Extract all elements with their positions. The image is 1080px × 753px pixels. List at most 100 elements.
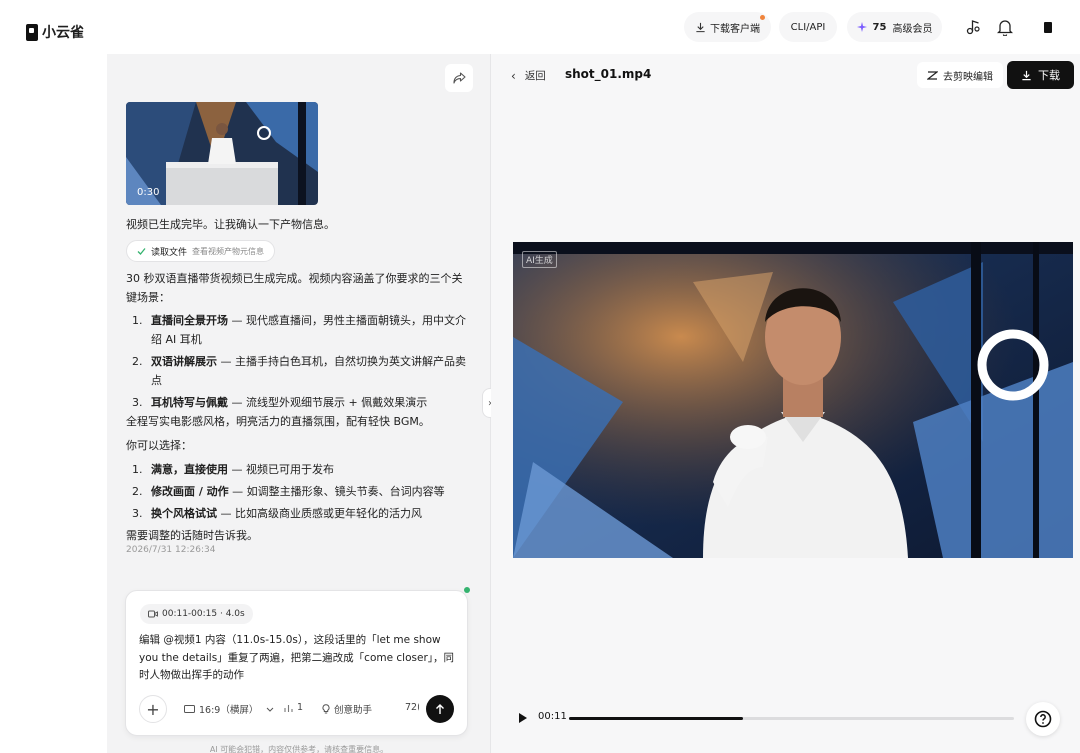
count-select[interactable]: 1 — [284, 702, 303, 713]
scissors-icon — [927, 70, 938, 80]
plus-icon: + — [146, 699, 160, 719]
chat-panel: 0:30 视频已生成完毕。让我确认一下产物信息。 读取文件 查看视频产物元信息 … — [107, 54, 491, 753]
choices-intro: 你可以选择： — [126, 439, 192, 452]
resolution-select[interactable]: 72( — [405, 702, 419, 713]
aspect-ratio-select[interactable]: 16:9（横屏） — [184, 702, 274, 716]
list-item: 1. 满意，直接使用 — 视频已可用于发布 — [126, 460, 471, 479]
download-label: 下载 — [1038, 69, 1060, 82]
list-title: 满意，直接使用 — [151, 463, 228, 476]
download-button[interactable]: 下载 — [1007, 61, 1074, 89]
aspect-ratio-label: 16:9（横屏） — [199, 705, 259, 716]
list-text: — 如调整主播形象、镜头节奏、台词内容等 — [228, 485, 445, 498]
progress-track[interactable] — [569, 717, 1014, 720]
list-title: 修改画面 / 动作 — [151, 485, 229, 498]
list-item: 1. 直播间全景开场 — 现代感直播间，男性主播面朝镜头，用中文介绍 AI 耳机 — [126, 311, 471, 349]
avatar[interactable] — [1036, 15, 1060, 39]
list-number: 3. — [132, 507, 143, 520]
list-number: 2. — [132, 355, 143, 368]
assistant-intro: 视频已生成完毕。让我确认一下产物信息。 — [126, 218, 335, 231]
progress-fill — [569, 717, 743, 720]
app-logo[interactable]: 小云雀 — [26, 22, 84, 42]
count-label: 1 — [297, 702, 304, 713]
arrow-up-icon — [436, 703, 444, 714]
notification-dot — [760, 15, 765, 20]
download-icon — [1022, 70, 1031, 80]
list-title: 双语讲解展示 — [151, 355, 217, 368]
aspect-icon — [184, 705, 195, 713]
music-user-icon[interactable] — [961, 15, 985, 39]
list-number: 3. — [132, 396, 143, 409]
chevron-left-icon: ‹ — [511, 68, 516, 83]
video-frame[interactable]: AI生成 — [513, 242, 1073, 558]
prompt-textarea[interactable]: 编辑 @视频1 内容（11.0s-15.0s），这段话里的「let me sho… — [139, 632, 459, 685]
current-time: 00:11 — [538, 711, 567, 722]
play-icon[interactable] — [519, 713, 527, 723]
list-title: 换个风格试试 — [151, 507, 217, 520]
list-item: 2. 双语讲解展示 — 主播手持白色耳机，自然切换为英文讲解产品卖点 — [126, 352, 471, 390]
bars-icon — [284, 704, 293, 712]
thumbnail-duration: 0:30 — [137, 187, 160, 198]
creative-assistant-label: 创意助手 — [334, 705, 373, 716]
help-button[interactable] — [1026, 702, 1060, 736]
check-icon — [137, 247, 146, 255]
ai-disclaimer: AI 可能会犯错，内容仅供参考，请核查重要信息。 — [209, 745, 389, 753]
membership-label: 高级会员 — [892, 23, 933, 35]
credits-count: 75 — [872, 21, 887, 33]
logo-text: 小云雀 — [42, 25, 84, 41]
cli-api-label: CLI/API — [790, 21, 826, 33]
clip-range-chip[interactable]: 00:11-00:15 · 4.0s — [140, 604, 253, 624]
video-controls: 00:11 0( — [519, 711, 1059, 725]
video-camera-icon — [148, 610, 158, 618]
message-timestamp: 2026/7/31 12:26:34 — [126, 545, 216, 555]
scene-list: 1. 直播间全景开场 — 现代感直播间，男性主播面朝镜头，用中文介绍 AI 耳机… — [126, 311, 471, 412]
sparkle-icon — [856, 22, 867, 32]
share-icon — [452, 72, 466, 84]
list-title: 耳机特写与佩戴 — [151, 396, 228, 409]
video-thumbnail[interactable]: 0:30 — [126, 102, 318, 205]
composer: 00:11-00:15 · 4.0s 编辑 @视频1 内容（11.0s-15.0… — [125, 590, 468, 736]
choice-list: 1. 满意，直接使用 — 视频已可用于发布 2. 修改画面 / 动作 — 如调整… — [126, 460, 471, 523]
status-dot — [464, 587, 470, 593]
list-text: — 视频已可用于发布 — [228, 463, 334, 476]
lightbulb-icon — [322, 704, 330, 714]
video-scene — [513, 242, 1073, 558]
creative-assistant-toggle[interactable]: 创意助手 — [322, 702, 372, 716]
list-number: 1. — [132, 314, 143, 327]
style-note: 全程写实电影感风格，明亮活力的直播氛围，配有轻快 BGM。 — [126, 415, 430, 428]
composer-toolbar: + 16:9（横屏） 1 创意助手 72( — [126, 694, 467, 724]
file-name: shot_01.mp4 — [565, 67, 652, 81]
add-attachment-button[interactable]: + — [139, 695, 167, 723]
list-title: 直播间全景开场 — [151, 314, 228, 327]
download-client-button[interactable]: 下载客户端 — [684, 12, 771, 42]
list-item: 2. 修改画面 / 动作 — 如调整主播形象、镜头节奏、台词内容等 — [126, 482, 471, 501]
membership-button[interactable]: 75 高级会员 — [847, 12, 942, 42]
read-file-label: 读取文件 — [151, 247, 188, 258]
cli-api-button[interactable]: CLI/API — [779, 12, 837, 42]
list-text: — 比如高级商业质感或更年轻化的活力风 — [217, 507, 422, 520]
question-icon — [1034, 710, 1052, 728]
list-number: 1. — [132, 463, 143, 476]
jianying-edit-button[interactable]: 去剪映编辑 — [917, 62, 1003, 88]
list-text: — 流线型外观细节展示 + 佩戴效果演示 — [228, 396, 428, 409]
bell-icon[interactable] — [993, 15, 1017, 39]
read-file-chip[interactable]: 读取文件 查看视频产物元信息 — [126, 240, 276, 262]
outro-text: 需要调整的话随时告诉我。 — [126, 529, 258, 542]
summary-text: 30 秒双语直播带货视频已生成完成。视频内容涵盖了你要求的三个关键场景： — [126, 272, 463, 304]
back-label: 返回 — [524, 70, 546, 82]
download-icon — [696, 22, 705, 32]
resolution-label: 72( — [405, 702, 419, 713]
download-client-label: 下载客户端 — [710, 23, 760, 35]
logo-icon — [26, 23, 38, 41]
list-number: 2. — [132, 485, 143, 498]
send-button[interactable] — [426, 695, 454, 723]
list-item: 3. 换个风格试试 — 比如高级商业质感或更年轻化的活力风 — [126, 504, 471, 523]
read-file-sub: 查看视频产物元信息 — [192, 246, 265, 256]
jianying-edit-label: 去剪映编辑 — [943, 71, 993, 83]
share-button[interactable] — [445, 64, 473, 92]
back-button[interactable]: ‹ 返回 — [511, 68, 546, 83]
clip-range-label: 00:11-00:15 · 4.0s — [162, 609, 245, 619]
list-item: 3. 耳机特写与佩戴 — 流线型外观细节展示 + 佩戴效果演示 — [126, 393, 471, 412]
player-panel: ‹ 返回 shot_01.mp4 去剪映编辑 下载 AI生成 00:11 — [491, 54, 1080, 753]
top-bar: 小云雀 下载客户端 CLI/API 75 高级会员 — [0, 0, 1080, 54]
chevron-down-icon — [266, 707, 274, 712]
